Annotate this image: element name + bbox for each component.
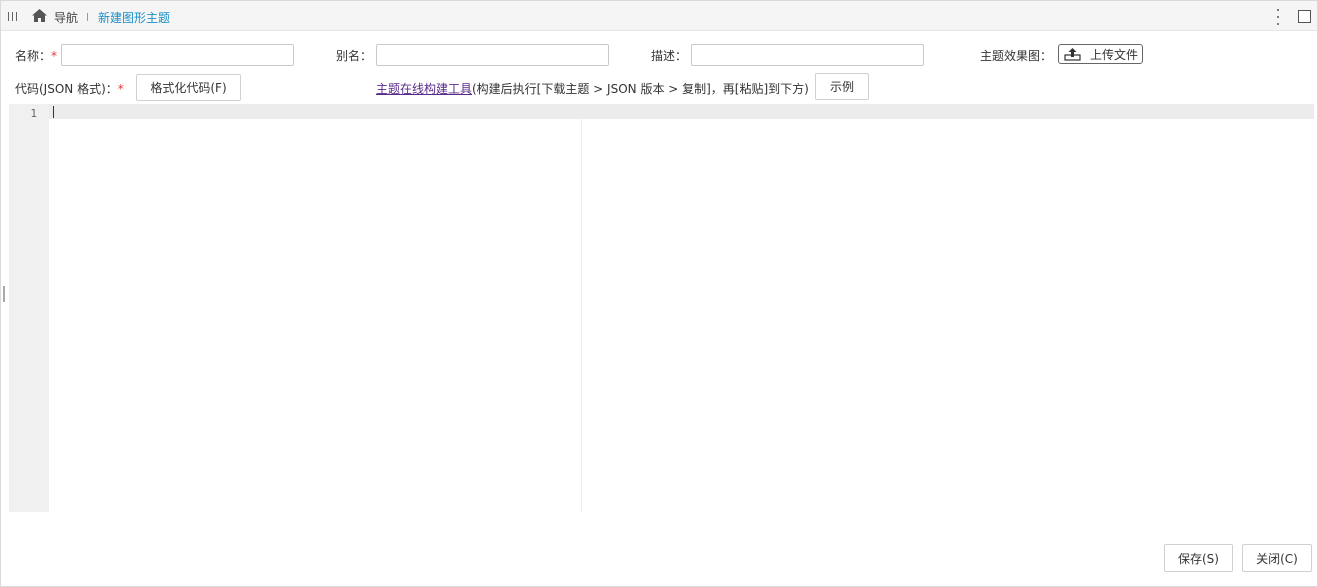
theme-builder-link[interactable]: 主题在线构建工具	[376, 80, 472, 97]
close-button[interactable]: 关闭(C)	[1242, 544, 1312, 572]
required-mark: *	[51, 49, 58, 63]
name-field[interactable]	[61, 44, 294, 66]
text-cursor	[53, 106, 54, 118]
print-margin	[581, 119, 582, 512]
line-number: 1	[30, 107, 37, 120]
nav-link[interactable]: 导航	[54, 9, 78, 26]
more-vertical-icon[interactable]	[1274, 9, 1282, 25]
name-label: 名称：*	[15, 49, 58, 63]
alias-label: 别名：	[336, 49, 373, 63]
alias-field[interactable]	[376, 44, 609, 66]
breadcrumb-separator	[87, 13, 88, 21]
upload-file-label: 上传文件	[1090, 47, 1139, 62]
code-label: 代码(JSON 格式)：*	[15, 82, 124, 96]
resize-handle[interactable]	[3, 286, 5, 302]
example-button[interactable]: 示例	[815, 73, 869, 100]
title-bar: 导航 新建图形主题	[1, 1, 1317, 31]
description-label: 描述：	[651, 49, 688, 63]
page-title: 新建图形主题	[98, 11, 171, 25]
code-editor[interactable]: 1	[9, 104, 1314, 512]
preview-label: 主题效果图：	[980, 49, 1053, 63]
home-icon[interactable]	[31, 8, 48, 23]
builder-hint-text: (构建后执行[下载主题 > JSON 版本 > 复制]，再[粘贴]到下方)	[472, 82, 809, 96]
upload-icon	[1064, 48, 1081, 61]
upload-file-button[interactable]: 上传文件	[1058, 44, 1143, 64]
save-button[interactable]: 保存(S)	[1164, 544, 1233, 572]
menu-toggle-icon[interactable]	[8, 12, 17, 21]
required-mark: *	[117, 82, 124, 96]
format-code-button[interactable]: 格式化代码(F)	[136, 74, 241, 101]
maximize-icon[interactable]	[1298, 10, 1311, 23]
editor-gutter: 1	[9, 104, 49, 512]
active-line-highlight	[49, 104, 1314, 119]
description-field[interactable]	[691, 44, 924, 66]
